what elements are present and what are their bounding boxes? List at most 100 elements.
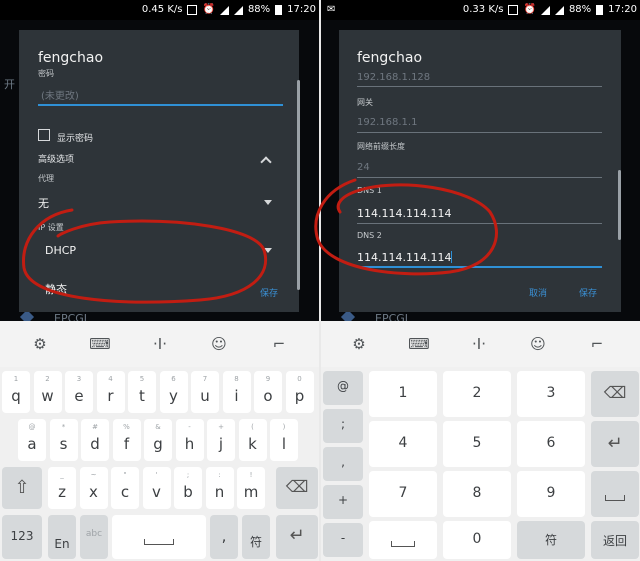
key-p[interactable]: 0p bbox=[285, 371, 314, 413]
chevron-down-icon[interactable] bbox=[264, 200, 272, 205]
key-k[interactable]: (k bbox=[238, 419, 267, 461]
key-n[interactable]: :n bbox=[205, 467, 234, 509]
key-9[interactable]: 9 bbox=[517, 471, 585, 517]
ip-settings-select[interactable]: DHCP bbox=[45, 244, 76, 257]
chevron-up-icon[interactable] bbox=[260, 156, 272, 168]
scrollbar[interactable] bbox=[618, 170, 621, 240]
password-field[interactable]: (未更改) bbox=[41, 87, 79, 102]
network-speed: 0.45 K/s bbox=[141, 4, 183, 15]
key-e[interactable]: 3e bbox=[65, 371, 93, 413]
symbol-key[interactable]: 符 bbox=[242, 515, 270, 559]
dns1-field[interactable]: 114.114.114.114 bbox=[357, 207, 451, 220]
key-d[interactable]: # d bbox=[81, 419, 109, 461]
key-4[interactable]: 4 bbox=[369, 421, 437, 467]
space-key[interactable] bbox=[369, 521, 437, 559]
key-z[interactable]: _ z bbox=[48, 467, 76, 509]
key-t[interactable]: 5t bbox=[128, 371, 156, 413]
settings-icon[interactable]: ⚙ bbox=[347, 335, 371, 353]
text-cursor-icon[interactable]: ·I· bbox=[148, 335, 172, 353]
key-sub-label: * bbox=[61, 423, 66, 431]
language-key[interactable]: En bbox=[48, 515, 76, 559]
emoji-icon[interactable]: ☺ bbox=[526, 335, 550, 353]
key-g[interactable]: & g bbox=[144, 419, 172, 461]
symbol-key[interactable]: 符 bbox=[517, 521, 585, 559]
back-key[interactable]: 返回 bbox=[591, 521, 639, 559]
key-6[interactable]: 6 bbox=[517, 421, 585, 467]
hide-keyboard-icon[interactable]: ⌐ bbox=[267, 335, 291, 353]
key-j[interactable]: + j bbox=[207, 419, 235, 461]
key-b[interactable]: ; b bbox=[174, 467, 202, 509]
key-c[interactable]: " c bbox=[111, 467, 139, 509]
key-sub-label: 2 bbox=[45, 375, 50, 383]
key-5[interactable]: 5 bbox=[443, 421, 511, 467]
key-m[interactable]: ! m bbox=[237, 467, 265, 509]
dropdown-option-static[interactable]: 静态 bbox=[45, 281, 67, 297]
key-0[interactable]: 0 bbox=[443, 521, 511, 559]
keyboard-icon[interactable]: ⌨ bbox=[88, 335, 112, 353]
side-key-3[interactable]: + bbox=[323, 485, 363, 519]
key-label: abc bbox=[85, 529, 103, 539]
scrollbar[interactable] bbox=[297, 80, 300, 290]
key-u[interactable]: 7u bbox=[191, 371, 219, 413]
show-password-checkbox[interactable] bbox=[38, 129, 50, 141]
key-label: b bbox=[183, 483, 193, 501]
key-8[interactable]: 8 bbox=[443, 471, 511, 517]
side-key-0[interactable]: @ bbox=[323, 371, 363, 405]
dns2-field[interactable]: 114.114.114.114 bbox=[357, 251, 451, 264]
enter-key[interactable]: ↵ bbox=[591, 421, 639, 467]
settings-icon[interactable]: ⚙ bbox=[28, 335, 52, 353]
chevron-down-icon[interactable] bbox=[264, 248, 272, 253]
emoji-icon[interactable]: ☺ bbox=[207, 335, 231, 353]
text-cursor-icon[interactable]: ·I· bbox=[467, 335, 491, 353]
ip-address-field[interactable]: 192.168.1.128 bbox=[357, 72, 430, 83]
key-v[interactable]: ' v bbox=[142, 467, 171, 509]
space-key-alt[interactable] bbox=[591, 471, 639, 517]
key-a[interactable]: @ a bbox=[18, 419, 46, 461]
key-f[interactable]: % f bbox=[112, 419, 141, 461]
advanced-options-label[interactable]: 高级选项 bbox=[38, 152, 74, 165]
key-h[interactable]: -h bbox=[175, 419, 204, 461]
key-x[interactable]: ~ x bbox=[79, 467, 108, 509]
abc-key[interactable]: abc bbox=[80, 515, 108, 559]
key-l[interactable]: ) l bbox=[270, 419, 298, 461]
key-r[interactable]: 4r bbox=[96, 371, 125, 413]
side-key-2[interactable]: , bbox=[323, 447, 363, 481]
backspace-key[interactable]: ⌫ bbox=[276, 467, 318, 509]
key-sub-label: 5 bbox=[139, 375, 145, 383]
key-2[interactable]: 2 bbox=[443, 371, 511, 417]
comma-key[interactable]: , bbox=[210, 515, 238, 559]
key-label: 7 bbox=[398, 485, 408, 501]
alarm-icon: ⏰ bbox=[202, 4, 215, 15]
key-sub-label: 7 bbox=[202, 375, 208, 383]
keyboard-icon[interactable]: ⌨ bbox=[407, 335, 431, 353]
save-button[interactable]: 保存 bbox=[260, 286, 278, 299]
key-7[interactable]: 7 bbox=[369, 471, 437, 517]
key-sub-label: ) bbox=[282, 423, 286, 431]
side-key-4[interactable]: - bbox=[323, 523, 363, 557]
space-key[interactable] bbox=[112, 515, 206, 559]
key-sub-label: ! bbox=[249, 471, 253, 479]
side-key-1[interactable]: ; bbox=[323, 409, 363, 443]
key-w[interactable]: 2w bbox=[33, 371, 62, 413]
background-label: 开 bbox=[4, 78, 15, 91]
key-s[interactable]: * s bbox=[49, 419, 78, 461]
key-y[interactable]: 6y bbox=[159, 371, 188, 413]
proxy-select[interactable]: 无 bbox=[38, 195, 49, 211]
prefix-length-field[interactable]: 24 bbox=[357, 162, 370, 173]
key-i[interactable]: 8i bbox=[222, 371, 251, 413]
enter-key[interactable]: ↵ bbox=[276, 515, 318, 559]
key-q[interactable]: 1q bbox=[2, 371, 30, 413]
gateway-field[interactable]: 192.168.1.1 bbox=[357, 117, 417, 128]
key-sub-label: 4 bbox=[108, 375, 113, 383]
hide-keyboard-icon[interactable]: ⌐ bbox=[585, 335, 609, 353]
numbers-key[interactable]: 123 bbox=[2, 515, 42, 559]
key-label: k bbox=[248, 435, 257, 453]
keyboard-toolbar: ⚙ ⌨ ·I· ☺ ⌐ bbox=[321, 321, 640, 367]
cancel-button[interactable]: 取消 bbox=[529, 286, 547, 299]
key-3[interactable]: 3 bbox=[517, 371, 585, 417]
key-o[interactable]: 9o bbox=[254, 371, 282, 413]
key-1[interactable]: 1 bbox=[369, 371, 437, 417]
shift-key[interactable]: ⇧ bbox=[2, 467, 42, 509]
backspace-key[interactable]: ⌫ bbox=[591, 371, 639, 417]
save-button[interactable]: 保存 bbox=[579, 286, 597, 299]
